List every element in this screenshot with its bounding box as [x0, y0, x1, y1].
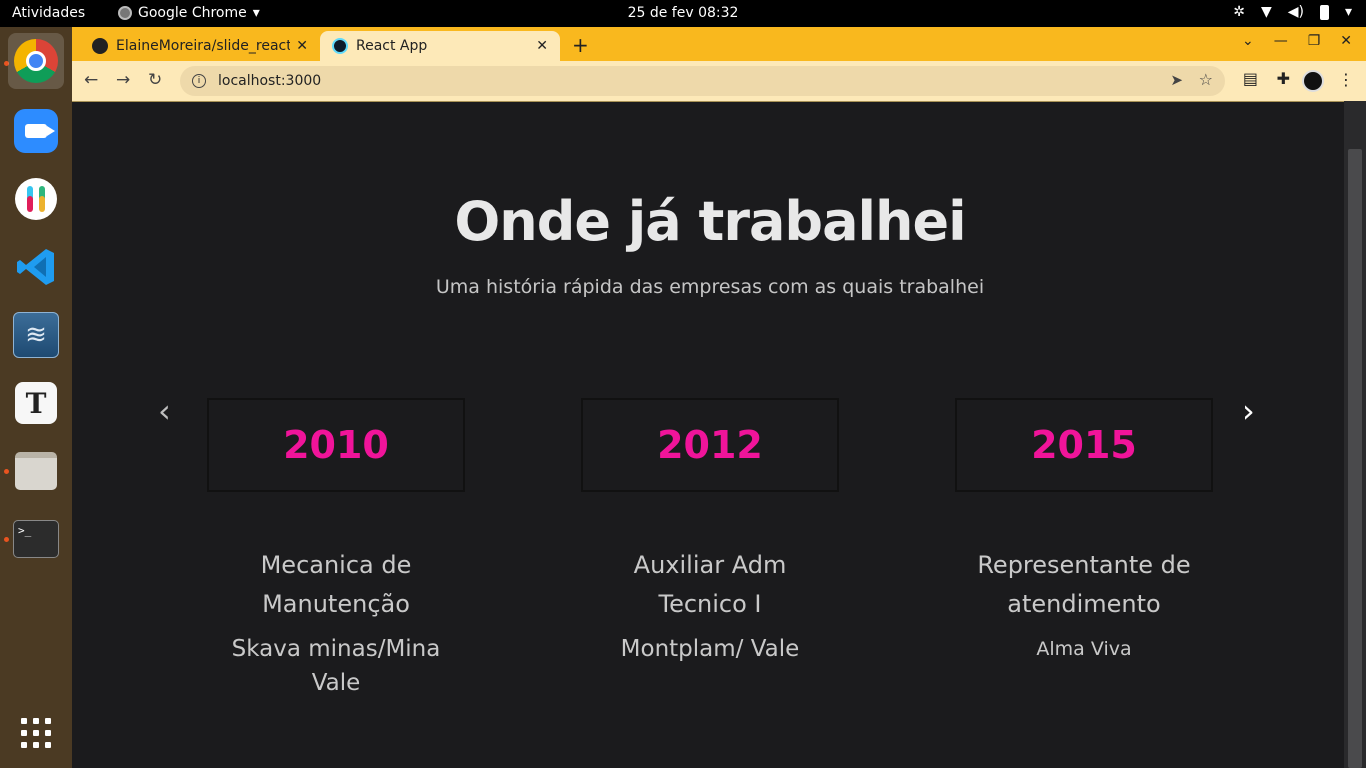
tab-title: React App — [356, 38, 428, 54]
dock: ≋ T >_ — [0, 27, 72, 768]
tab-strip: ElaineMoreira/slide_react ✕ React App ✕ … — [72, 27, 1366, 61]
app-menu-label: Google Chrome — [138, 5, 247, 21]
close-window-button[interactable]: ✕ — [1340, 33, 1352, 49]
wifi-icon: ▼ — [1260, 4, 1272, 20]
window-controls: ⌄ — ❐ ✕ — [1242, 33, 1366, 49]
app-grid-icon — [21, 718, 51, 748]
slack-icon — [15, 178, 57, 220]
text-editor-icon: T — [15, 382, 57, 424]
dock-text-editor[interactable]: T — [8, 375, 64, 431]
vscode-icon — [17, 249, 54, 285]
page-scrollbar[interactable] — [1344, 101, 1366, 768]
show-applications-button[interactable] — [8, 705, 64, 761]
new-tab-button[interactable]: + — [572, 33, 589, 57]
job-year: 2012 — [581, 398, 839, 492]
tab-react-app[interactable]: React App ✕ — [320, 31, 560, 61]
dock-zoom[interactable] — [8, 103, 64, 159]
job-role: Representante de atendimento — [977, 551, 1191, 618]
address-bar[interactable]: i localhost:3000 ➤ ☆ — [180, 66, 1225, 96]
puzzle-icon[interactable]: ✚ — [1277, 69, 1290, 88]
react-icon — [332, 38, 348, 54]
github-icon — [92, 38, 108, 54]
dock-mysql-workbench[interactable]: ≋ — [8, 307, 64, 363]
carousel-next-button[interactable]: › — [1242, 392, 1255, 430]
caret-down-icon: ▾ — [1344, 4, 1352, 20]
job-year: 2015 — [955, 398, 1213, 492]
job-card: 2015 Representante de atendimento Alma V… — [955, 398, 1213, 666]
job-company: Montplam/ Vale — [620, 636, 800, 662]
page-content: Onde já trabalhei Uma história rápida da… — [72, 101, 1344, 768]
tab-github[interactable]: ElaineMoreira/slide_react ✕ — [80, 31, 320, 61]
system-tray[interactable]: ✲ ▼ ◀) ▾ — [1233, 4, 1352, 20]
scrollbar-thumb[interactable] — [1348, 149, 1362, 768]
page-subtitle: Uma história rápida das empresas com as … — [435, 276, 985, 298]
job-year: 2010 — [207, 398, 465, 492]
forward-button[interactable]: → — [116, 70, 130, 90]
close-icon[interactable]: ✕ — [296, 38, 308, 54]
dock-files[interactable] — [8, 443, 64, 499]
page-title: Onde já trabalhei — [454, 190, 966, 253]
star-icon[interactable]: ☆ — [1199, 70, 1213, 89]
dock-slack[interactable] — [8, 171, 64, 227]
browser-toolbar: ← → ↻ i localhost:3000 ➤ ☆ ▤ ✚ ⋮ — [72, 61, 1366, 101]
job-company: Alma Viva — [1036, 638, 1132, 660]
back-button[interactable]: ← — [84, 70, 98, 90]
job-card: 2010 Mecanica de Manutenção Skava minas/… — [207, 398, 465, 700]
job-company: Skava minas/Mina Vale — [231, 636, 441, 696]
sheets-extension-icon[interactable]: ▤ — [1243, 69, 1258, 88]
avatar[interactable] — [1302, 70, 1324, 92]
terminal-icon: >_ — [13, 520, 59, 558]
close-icon[interactable]: ✕ — [536, 38, 548, 54]
job-card: 2012 Auxiliar Adm Tecnico I Montplam/ Va… — [581, 398, 839, 666]
dock-chrome[interactable] — [8, 33, 64, 89]
volume-icon: ◀) — [1287, 4, 1304, 20]
tab-search-icon[interactable]: ⌄ — [1242, 33, 1254, 49]
activities-button[interactable]: Atividades — [12, 5, 85, 21]
chrome-icon — [118, 6, 132, 20]
app-menu[interactable]: Google Chrome ▾ — [118, 5, 260, 21]
caret-down-icon: ▾ — [252, 5, 260, 21]
send-icon[interactable]: ➤ — [1170, 71, 1183, 89]
url-text: localhost:3000 — [218, 73, 322, 89]
maximize-button[interactable]: ❐ — [1308, 33, 1321, 49]
battery-icon — [1319, 4, 1329, 20]
chrome-icon — [14, 39, 58, 83]
info-icon[interactable]: i — [192, 74, 206, 88]
dolphin-icon: ≋ — [13, 312, 59, 358]
kebab-menu-icon[interactable]: ⋮ — [1338, 70, 1354, 89]
dock-vscode[interactable] — [8, 239, 64, 295]
system-top-bar: Atividades Google Chrome ▾ 25 de fev 08:… — [0, 0, 1366, 27]
tab-title: ElaineMoreira/slide_react — [116, 38, 291, 54]
network-icon: ✲ — [1233, 4, 1245, 20]
zoom-icon — [14, 109, 58, 153]
job-role: Auxiliar Adm Tecnico I — [633, 551, 787, 618]
browser-window: ElaineMoreira/slide_react ✕ React App ✕ … — [72, 27, 1366, 768]
reload-button[interactable]: ↻ — [148, 70, 162, 90]
dock-terminal[interactable]: >_ — [8, 511, 64, 567]
folder-icon — [15, 452, 57, 490]
carousel-prev-button[interactable]: ‹ — [158, 392, 171, 430]
minimize-button[interactable]: — — [1274, 33, 1288, 49]
job-role: Mecanica de Manutenção — [260, 551, 412, 618]
